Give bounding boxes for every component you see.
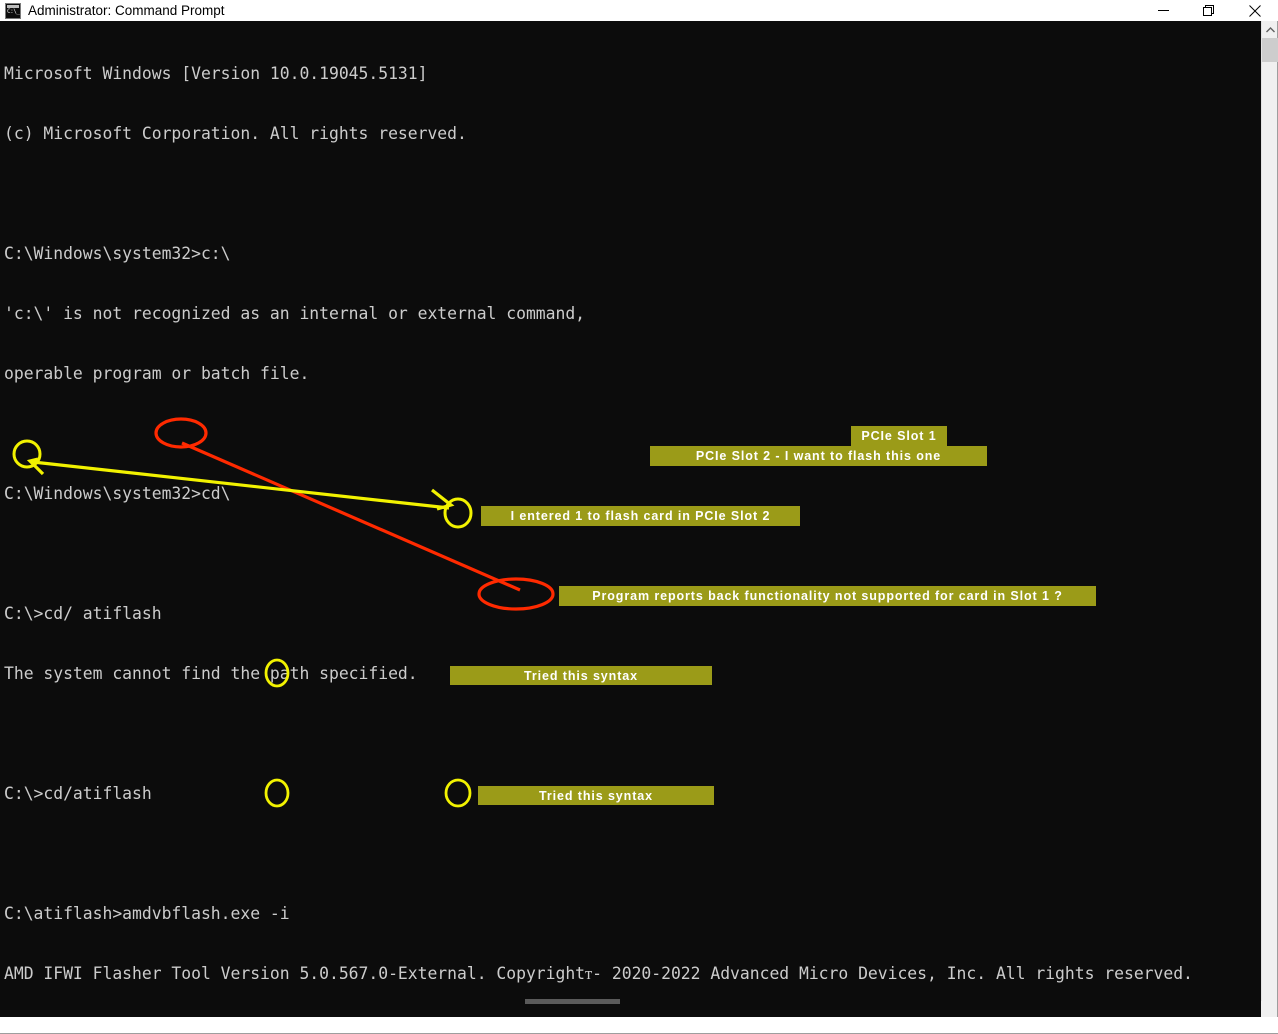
annotation-tag-tried-syntax-2: Tried this syntax bbox=[478, 786, 714, 805]
annotation-tag-tried-syntax-1: Tried this syntax bbox=[450, 666, 712, 685]
vertical-scrollbar[interactable] bbox=[1261, 21, 1278, 1018]
window-controls bbox=[1140, 0, 1278, 21]
minimize-icon[interactable] bbox=[1140, 0, 1186, 21]
restore-icon[interactable] bbox=[1186, 0, 1232, 21]
annotation-tag-not-supported: Program reports back functionality not s… bbox=[559, 586, 1096, 606]
terminal-line: 'c:\' is not recognized as an internal o… bbox=[4, 304, 586, 323]
terminal-line: C:\Windows\system32>cd\ bbox=[4, 484, 231, 503]
cmd-icon bbox=[5, 2, 21, 19]
window-title: Administrator: Command Prompt bbox=[28, 3, 225, 18]
vertical-scrollbar-thumb[interactable] bbox=[1262, 38, 1278, 62]
terminal-line: C:\atiflash>amdvbflash.exe -i bbox=[4, 904, 290, 923]
title-bar[interactable]: Administrator: Command Prompt bbox=[0, 0, 1278, 21]
window-bottom-edge bbox=[0, 1017, 1278, 1033]
terminal-line: Microsoft Windows [Version 10.0.19045.51… bbox=[4, 64, 428, 83]
annotation-tag-pcie-slot-2: PCIe Slot 2 - I want to flash this one bbox=[650, 446, 987, 466]
terminal-line: operable program or batch file. bbox=[4, 364, 310, 383]
horizontal-scrollbar[interactable] bbox=[0, 999, 1262, 1004]
annotation-tag-entered-1: I entered 1 to flash card in PCIe Slot 2 bbox=[481, 506, 800, 526]
terminal-line: C:\>cd/ atiflash bbox=[4, 604, 162, 623]
scrollbar-corner bbox=[1261, 1001, 1277, 1017]
scroll-up-arrow-icon[interactable] bbox=[1262, 21, 1278, 38]
terminal-line: C:\Windows\system32>c:\ bbox=[4, 244, 231, 263]
terminal-line: (c) Microsoft Corporation. All rights re… bbox=[4, 124, 467, 143]
close-icon[interactable] bbox=[1232, 0, 1278, 21]
terminal-line: AMD IFWI Flasher Tool Version 5.0.567.0-… bbox=[4, 964, 1193, 983]
command-prompt-window: Administrator: Command Prompt Microsof bbox=[0, 0, 1278, 1034]
horizontal-scrollbar-thumb[interactable] bbox=[525, 999, 620, 1004]
annotation-tag-pcie-slot-1: PCIe Slot 1 bbox=[851, 426, 947, 446]
